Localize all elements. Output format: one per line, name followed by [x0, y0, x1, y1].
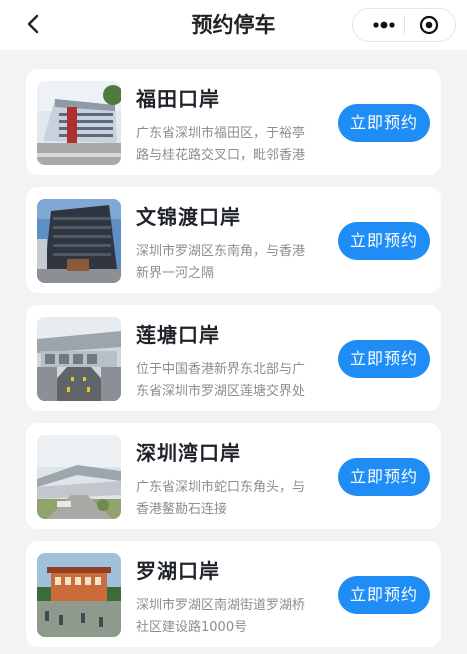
port-card[interactable]: 文锦渡口岸 深圳市罗湖区东南角，与香港新界一河之隔 立即预约 [26, 187, 441, 293]
close-mini-program-icon[interactable] [419, 15, 439, 35]
port-card[interactable]: 福田口岸 广东省深圳市福田区，于裕亭路与桂花路交叉口，毗邻香港 立即预约 [26, 69, 441, 175]
reserve-button[interactable]: 立即预约 [338, 458, 430, 496]
port-address: 深圳市罗湖区南湖街道罗湖桥社区建设路1000号 [136, 598, 306, 635]
port-name: 罗湖口岸 [136, 559, 220, 583]
port-card[interactable]: 罗湖口岸 深圳市罗湖区南湖街道罗湖桥社区建设路1000号 立即预约 [26, 541, 441, 647]
reserve-button[interactable]: 立即预约 [338, 222, 430, 260]
port-name: 文锦渡口岸 [136, 205, 241, 229]
port-address: 深圳市罗湖区东南角，与香港新界一河之隔 [136, 244, 306, 281]
port-address: 广东省深圳市福田区，于裕亭路与桂花路交叉口，毗邻香港 [136, 126, 306, 163]
port-name: 深圳湾口岸 [136, 441, 241, 465]
port-photo [37, 553, 121, 637]
port-photo [37, 81, 121, 165]
capsule-divider [404, 17, 405, 34]
port-name: 莲塘口岸 [136, 323, 220, 347]
mini-program-capsule [352, 8, 456, 42]
port-photo [37, 435, 121, 519]
port-card[interactable]: 莲塘口岸 位于中国香港新界东北部与广东省深圳市罗湖区莲塘交界处 立即预约 [26, 305, 441, 411]
reserve-button[interactable]: 立即预约 [338, 576, 430, 614]
port-name: 福田口岸 [136, 87, 220, 111]
nav-bar: 预约停车 [0, 0, 467, 50]
port-photo [37, 199, 121, 283]
reserve-button[interactable]: 立即预约 [338, 104, 430, 142]
port-address: 广东省深圳市蛇口东角头，与香港鳌勘石连接 [136, 480, 306, 517]
more-options-icon[interactable] [367, 9, 401, 41]
port-address: 位于中国香港新界东北部与广东省深圳市罗湖区莲塘交界处 [136, 362, 306, 399]
port-card[interactable]: 深圳湾口岸 广东省深圳市蛇口东角头，与香港鳌勘石连接 立即预约 [26, 423, 441, 529]
port-photo [37, 317, 121, 401]
reserve-button[interactable]: 立即预约 [338, 340, 430, 378]
